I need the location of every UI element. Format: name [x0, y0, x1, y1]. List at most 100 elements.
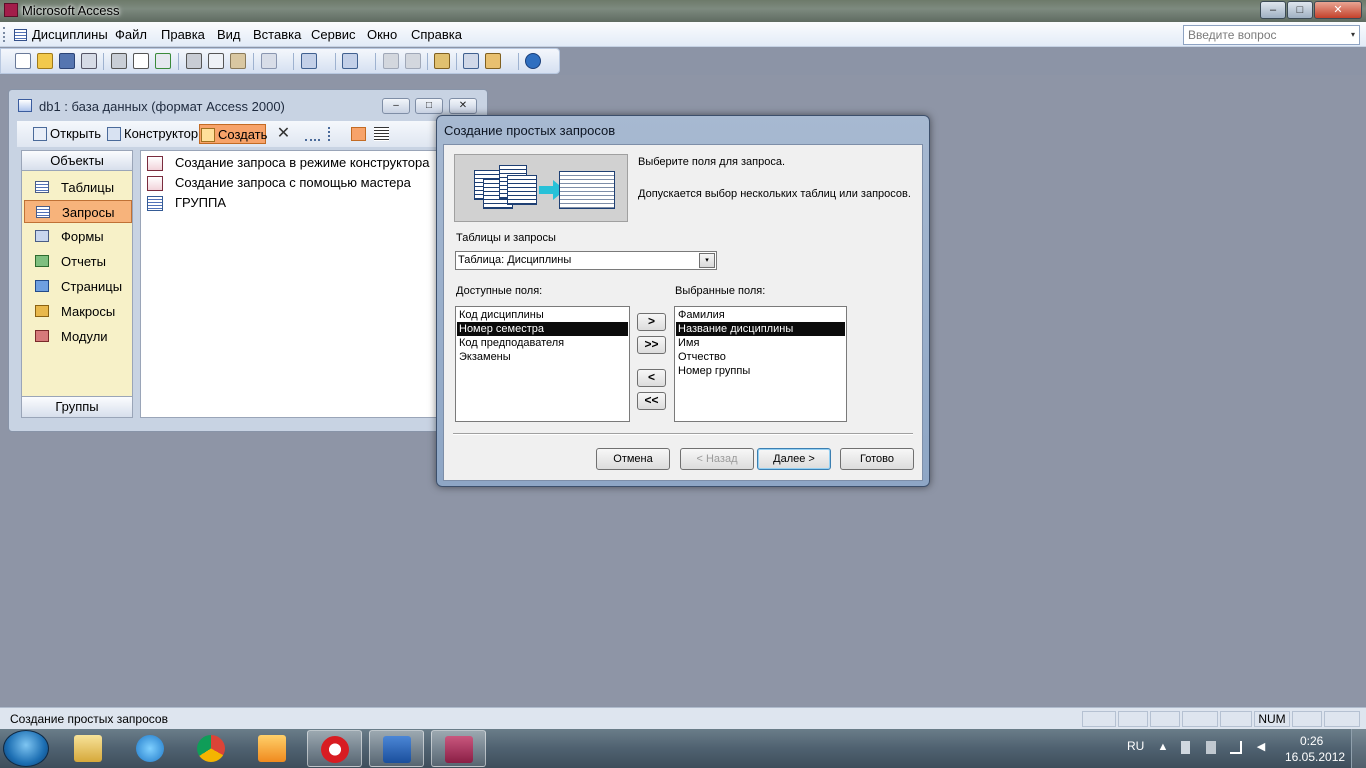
- print-icon[interactable]: [111, 53, 127, 69]
- language-indicator[interactable]: RU: [1127, 739, 1144, 753]
- object-pages[interactable]: Страницы: [24, 275, 132, 298]
- script-icon[interactable]: [405, 53, 421, 69]
- chevron-down-icon[interactable]: ▾: [1347, 26, 1359, 44]
- object-tables[interactable]: Таблицы: [24, 176, 132, 199]
- menu-grip[interactable]: [3, 27, 6, 42]
- menu-view[interactable]: Вид: [217, 27, 241, 42]
- network-icon[interactable]: [1230, 741, 1242, 754]
- remove-field-button[interactable]: <: [637, 369, 666, 387]
- relationships-icon[interactable]: [463, 53, 479, 69]
- available-fields-list[interactable]: Код дисциплины Номер семестра Код предпо…: [455, 306, 630, 422]
- taskbar-ie[interactable]: [123, 730, 178, 767]
- list-item[interactable]: ГРУППА: [145, 193, 226, 213]
- menu-insert[interactable]: Вставка: [253, 27, 301, 42]
- objects-header[interactable]: Объекты: [22, 151, 132, 171]
- groups-footer[interactable]: Группы: [22, 396, 132, 417]
- object-macros[interactable]: Макросы: [24, 300, 132, 323]
- query-icon: [147, 196, 163, 211]
- list-item[interactable]: Создание запроса в режиме конструктора: [145, 153, 429, 173]
- taskbar-word[interactable]: [369, 730, 424, 767]
- minimize-button[interactable]: –: [1260, 1, 1286, 19]
- copy-icon[interactable]: [208, 53, 224, 69]
- open-folder-icon[interactable]: [37, 53, 53, 69]
- list-item-selected[interactable]: Номер семестра: [457, 322, 628, 336]
- taskbar-opera[interactable]: [307, 730, 362, 767]
- open-button[interactable]: Открыть: [32, 124, 101, 144]
- db-close-button[interactable]: ✕: [449, 98, 477, 114]
- help-placeholder: Введите вопрос: [1188, 28, 1277, 42]
- list-view-icon[interactable]: [351, 127, 366, 141]
- list-item-label: ГРУППА: [175, 195, 227, 210]
- analyze-icon[interactable]: [342, 53, 358, 69]
- undo-icon[interactable]: [261, 53, 277, 69]
- flag-icon[interactable]: [1181, 741, 1190, 754]
- properties-icon[interactable]: [434, 53, 450, 69]
- print-preview-icon[interactable]: [133, 53, 149, 69]
- db-minimize-button[interactable]: –: [382, 98, 410, 114]
- battery-icon[interactable]: [1206, 741, 1216, 754]
- list-item[interactable]: Код предподавателя: [457, 336, 628, 350]
- object-reports[interactable]: Отчеты: [24, 250, 132, 273]
- status-bar: Создание простых запросов NUM: [0, 707, 1366, 729]
- taskbar-chrome[interactable]: [184, 730, 239, 767]
- volume-icon[interactable]: ◀: [1255, 741, 1267, 754]
- save-icon[interactable]: [59, 53, 75, 69]
- small-icons-icon[interactable]: [328, 127, 343, 141]
- taskbar-access[interactable]: [431, 730, 486, 767]
- search-file-icon[interactable]: [81, 53, 97, 69]
- maximize-button[interactable]: □: [1287, 1, 1313, 19]
- details-view-icon[interactable]: [374, 127, 389, 141]
- object-queries[interactable]: Запросы: [24, 200, 132, 223]
- list-item[interactable]: Отчество: [676, 350, 845, 364]
- delete-icon[interactable]: ✕: [276, 126, 291, 142]
- list-item[interactable]: Код дисциплины: [457, 308, 628, 322]
- clock-time[interactable]: 0:26: [1300, 734, 1323, 748]
- tables-combobox[interactable]: Таблица: Дисциплины ▾: [455, 251, 717, 270]
- list-item[interactable]: Экзамены: [457, 350, 628, 364]
- large-icons-icon[interactable]: [305, 127, 320, 141]
- menu-edit[interactable]: Правка: [161, 27, 205, 42]
- office-links-icon[interactable]: [301, 53, 317, 69]
- menu-file[interactable]: Файл: [115, 27, 147, 42]
- design-button[interactable]: Конструктор: [106, 124, 198, 144]
- cancel-button[interactable]: Отмена: [596, 448, 670, 470]
- menu-service[interactable]: Сервис: [311, 27, 356, 42]
- finish-button[interactable]: Готово: [840, 448, 914, 470]
- menu-help[interactable]: Справка: [411, 27, 462, 42]
- chevron-down-icon[interactable]: ▾: [699, 253, 715, 268]
- start-button[interactable]: [3, 730, 49, 767]
- remove-all-fields-button[interactable]: <<: [637, 392, 666, 410]
- menu-disciplines[interactable]: Дисциплины: [32, 27, 108, 42]
- taskbar-media[interactable]: [245, 730, 300, 767]
- object-forms[interactable]: Формы: [24, 225, 132, 248]
- taskbar-explorer[interactable]: [61, 730, 116, 767]
- list-item[interactable]: Создание запроса с помощью мастера: [145, 173, 411, 193]
- db-maximize-button[interactable]: □: [415, 98, 443, 114]
- list-item-selected[interactable]: Название дисциплины: [676, 322, 845, 336]
- back-button[interactable]: < Назад: [680, 448, 754, 470]
- spelling-icon[interactable]: [155, 53, 171, 69]
- show-desktop-button[interactable]: [1351, 729, 1366, 768]
- new-object-icon[interactable]: [485, 53, 501, 69]
- paste-icon[interactable]: [230, 53, 246, 69]
- list-item[interactable]: Фамилия: [676, 308, 845, 322]
- list-item[interactable]: Имя: [676, 336, 845, 350]
- clock-date[interactable]: 16.05.2012: [1285, 750, 1345, 764]
- add-field-button[interactable]: >: [637, 313, 666, 331]
- add-all-fields-button[interactable]: >>: [637, 336, 666, 354]
- menu-window[interactable]: Окно: [367, 27, 397, 42]
- cut-icon[interactable]: [186, 53, 202, 69]
- next-button[interactable]: Далее >: [757, 448, 831, 470]
- code-icon[interactable]: [383, 53, 399, 69]
- object-modules[interactable]: Модули: [24, 325, 132, 348]
- chevron-up-icon[interactable]: ▲: [1157, 741, 1169, 754]
- create-button[interactable]: Создать: [199, 124, 267, 144]
- selected-fields-list[interactable]: Фамилия Название дисциплины Имя Отчество…: [674, 306, 847, 422]
- new-icon[interactable]: [15, 53, 31, 69]
- database-window-titlebar[interactable]: db1 : база данных (формат Access 2000) –…: [9, 90, 487, 120]
- list-item[interactable]: Номер группы: [676, 364, 845, 378]
- result-table-icon: [559, 171, 615, 209]
- help-icon[interactable]: [525, 53, 541, 69]
- help-search-input[interactable]: Введите вопрос ▾: [1183, 25, 1360, 45]
- close-button[interactable]: ✕: [1314, 1, 1362, 19]
